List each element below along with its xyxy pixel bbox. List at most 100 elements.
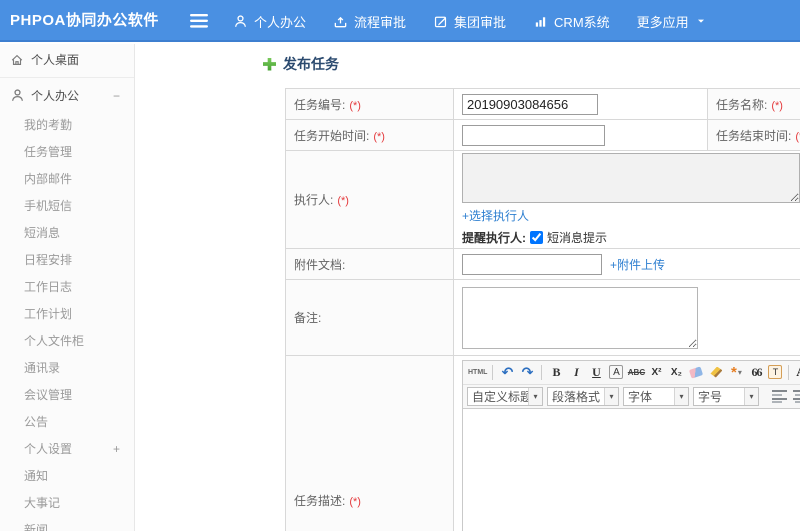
html-source-button[interactable]: HTML bbox=[468, 363, 487, 381]
sidebar-item-2[interactable]: 我的考勤 bbox=[0, 111, 134, 138]
strikethrough-button[interactable]: ABC bbox=[627, 363, 645, 381]
subscript-button[interactable]: X₂ bbox=[667, 363, 685, 381]
sidebar-item-4[interactable]: 内部邮件 bbox=[0, 165, 134, 192]
superscript-button[interactable]: X² bbox=[647, 363, 665, 381]
sidebar-item-3[interactable]: 任务管理 bbox=[0, 138, 134, 165]
quote-button[interactable]: 66 bbox=[747, 363, 765, 381]
divider bbox=[0, 77, 134, 78]
select-executor-link[interactable]: +选择执行人 bbox=[462, 209, 529, 223]
sidebar-item-5[interactable]: 手机短信 bbox=[0, 192, 134, 219]
editor-toolbar-row1: HTML ↶↷ BIUAABCX²X₂ *▾66T A▾ bbox=[463, 360, 800, 385]
executor-label: 执行人: bbox=[294, 193, 334, 207]
nav-item-3[interactable]: CRM系统 bbox=[533, 12, 610, 31]
sidebar-item-label: 短消息 bbox=[24, 226, 61, 240]
underline-button[interactable]: U bbox=[587, 363, 605, 381]
task-no-label: 任务编号: bbox=[294, 97, 346, 112]
bold-button[interactable]: B bbox=[547, 363, 565, 381]
sidebar-menu: 个人桌面个人办公 − 我的考勤任务管理内部邮件手机短信短消息日程安排工作日志工作计划… bbox=[0, 44, 135, 531]
sidebar-item-0[interactable]: 个人桌面 bbox=[0, 44, 134, 75]
sidebar-item-12[interactable]: 会议管理 bbox=[0, 381, 134, 408]
sidebar-item-label: 通讯录 bbox=[24, 361, 61, 375]
nav-item-label: 集团审批 bbox=[454, 14, 507, 30]
sidebar-item-label: 大事记 bbox=[24, 496, 61, 510]
nav-item-label: 个人办公 bbox=[254, 14, 307, 30]
collapse-icon[interactable]: − bbox=[113, 89, 120, 103]
paragraph-format-select[interactable]: 段落格式 ▾ bbox=[547, 386, 619, 406]
select-label: 字号 bbox=[698, 389, 723, 404]
sidebar-item-11[interactable]: 通讯录 bbox=[0, 354, 134, 381]
sidebar-item-15[interactable]: 通知 bbox=[0, 462, 134, 489]
sidebar-item-14[interactable]: 个人设置 + bbox=[0, 435, 134, 462]
attachment-upload-link[interactable]: +附件上传 bbox=[610, 256, 665, 273]
align-left-button[interactable] bbox=[772, 389, 787, 403]
align-center-button[interactable] bbox=[793, 389, 800, 403]
remark-label: 备注: bbox=[294, 311, 322, 325]
sidebar-item-label: 个人桌面 bbox=[31, 53, 80, 67]
font-frame-button[interactable]: A bbox=[609, 365, 624, 379]
redo-button[interactable]: ↷ bbox=[518, 363, 536, 381]
caret-down-icon: ▾ bbox=[604, 387, 618, 405]
main-content: 发布任务 任务编号:(*) 任务名称:(*) 任务开始时间:(*) 任务结束时间… bbox=[136, 44, 800, 531]
app-logo: PHPOA协同办公软件 bbox=[10, 12, 159, 29]
description-label: 任务描述: bbox=[294, 494, 346, 508]
sidebar-item-16[interactable]: 大事记 bbox=[0, 489, 134, 516]
required-mark: (*) bbox=[349, 99, 361, 112]
start-time-input[interactable] bbox=[462, 124, 605, 146]
sidebar-item-13[interactable]: 公告 bbox=[0, 408, 134, 435]
edit-icon bbox=[433, 14, 448, 29]
plus-icon bbox=[263, 57, 276, 71]
alignment-buttons bbox=[772, 389, 800, 403]
start-time-label: 任务开始时间: bbox=[294, 128, 370, 143]
expand-icon[interactable]: + bbox=[113, 442, 120, 456]
attachment-input[interactable] bbox=[462, 253, 602, 275]
top-navigation: 个人办公 流程审批 集团审批 CRM系统 更多应用 bbox=[233, 0, 707, 42]
caret-down-icon bbox=[695, 15, 707, 27]
sidebar-item-label: 工作计划 bbox=[24, 307, 73, 321]
sidebar-item-label: 内部邮件 bbox=[24, 172, 73, 186]
nav-item-2[interactable]: 集团审批 bbox=[433, 12, 506, 31]
nav-item-4[interactable]: 更多应用 bbox=[637, 12, 707, 31]
undo-button[interactable]: ↶ bbox=[498, 363, 516, 381]
sidebar-item-label: 我的考勤 bbox=[24, 118, 73, 132]
user-icon bbox=[233, 14, 248, 29]
sms-remind-option: 短消息提示 bbox=[547, 231, 608, 245]
paste-button[interactable]: T bbox=[768, 365, 783, 379]
sidebar-item-label: 日程安排 bbox=[24, 253, 73, 267]
sidebar-item-10[interactable]: 个人文件柜 bbox=[0, 327, 134, 354]
nav-item-label: 更多应用 bbox=[636, 14, 689, 30]
brush-button[interactable] bbox=[707, 363, 725, 381]
home-icon bbox=[10, 53, 26, 67]
sidebar-item-6[interactable]: 短消息 bbox=[0, 219, 134, 246]
nav-item-0[interactable]: 个人办公 bbox=[233, 12, 306, 31]
task-name-label: 任务名称: bbox=[716, 97, 768, 112]
font-size-select[interactable]: 字号 ▾ bbox=[693, 386, 759, 406]
editor-body[interactable] bbox=[463, 408, 800, 531]
sidebar-item-label: 任务管理 bbox=[24, 145, 73, 159]
editor-toolbar-row2: 自定义标题 ▾ 段落格式 ▾ 字体 ▾ 字号 ▾ bbox=[463, 384, 800, 409]
nav-item-1[interactable]: 流程审批 bbox=[333, 12, 406, 31]
fontcolor-button[interactable]: A▾ bbox=[794, 363, 800, 381]
task-no-input[interactable] bbox=[462, 93, 598, 115]
executor-textarea[interactable] bbox=[462, 153, 800, 203]
sidebar-item-label: 会议管理 bbox=[24, 388, 73, 402]
sidebar-item-label: 公告 bbox=[24, 415, 49, 429]
sidebar-item-7[interactable]: 日程安排 bbox=[0, 246, 134, 273]
sidebar-item-label: 通知 bbox=[24, 469, 49, 483]
end-time-label: 任务结束时间: bbox=[716, 128, 792, 143]
user-icon bbox=[10, 88, 26, 103]
hamburger-icon[interactable] bbox=[190, 14, 208, 33]
italic-button[interactable]: I bbox=[567, 363, 585, 381]
caret-down-icon: ▾ bbox=[737, 367, 742, 377]
custom-heading-select[interactable]: 自定义标题 ▾ bbox=[467, 386, 543, 406]
sidebar-item-9[interactable]: 工作计划 bbox=[0, 300, 134, 327]
sidebar-item-1[interactable]: 个人办公 − bbox=[0, 80, 134, 111]
task-form: 任务编号:(*) 任务名称:(*) 任务开始时间:(*) 任务结束时间:(*) … bbox=[285, 88, 800, 531]
select-label: 自定义标题 bbox=[472, 389, 528, 404]
eraser-button[interactable] bbox=[687, 363, 705, 381]
sms-remind-checkbox[interactable] bbox=[530, 231, 543, 244]
wand-button[interactable]: * ▾ bbox=[727, 363, 745, 381]
sidebar-item-17[interactable]: 新闻 bbox=[0, 516, 134, 531]
sidebar-item-8[interactable]: 工作日志 bbox=[0, 273, 134, 300]
font-family-select[interactable]: 字体 ▾ bbox=[623, 386, 689, 406]
remark-textarea[interactable] bbox=[462, 286, 698, 349]
